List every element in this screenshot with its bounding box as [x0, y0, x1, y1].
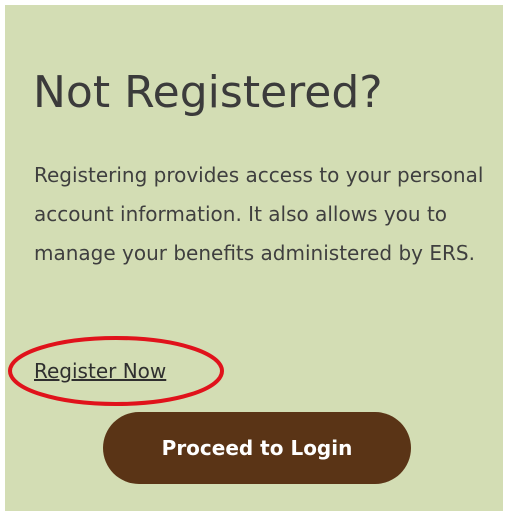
card-description: Registering provides access to your pers…	[34, 163, 484, 265]
not-registered-card: Not Registered? Registering provides acc…	[5, 5, 503, 511]
register-now-link[interactable]: Register Now	[34, 357, 166, 385]
proceed-to-login-button[interactable]: Proceed to Login	[103, 412, 411, 484]
card-title: Not Registered?	[33, 67, 383, 118]
